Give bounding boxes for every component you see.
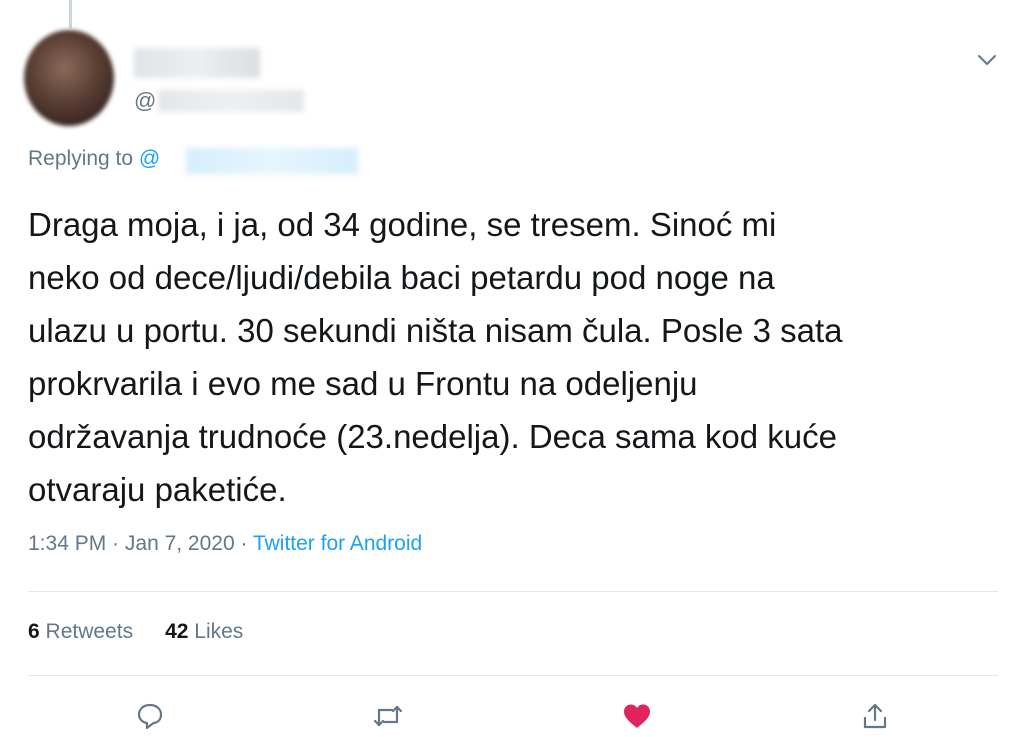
replying-to-handle-redacted[interactable] (186, 148, 358, 174)
divider (28, 591, 998, 592)
tweet-source-link[interactable]: Twitter for Android (253, 532, 422, 555)
retweets-label: Retweets (45, 620, 134, 643)
tweet-text-line: prokrvarila i evo me sad u Frontu na ode… (28, 365, 698, 402)
tweet-meta: 1:34 PM · Jan 7, 2020 · Twitter for Andr… (28, 532, 422, 556)
avatar[interactable] (24, 30, 114, 126)
retweets-stat[interactable]: 6 Retweets (28, 620, 133, 643)
tweet-text-line: neko od dece/ljudi/debila baci petardu p… (28, 259, 775, 296)
handle-at-symbol: @ (134, 88, 157, 113)
heart-icon (624, 704, 650, 728)
handle-redacted[interactable] (158, 90, 304, 112)
tweet-stats: 6 Retweets 42 Likes (28, 620, 243, 644)
tweet-text-line: održavanja trudnoće (23.nedelja). Deca s… (28, 418, 837, 455)
replying-to-at-symbol[interactable]: @ (139, 147, 160, 170)
divider (28, 675, 998, 676)
share-button[interactable] (858, 700, 892, 732)
likes-label: Likes (194, 620, 244, 643)
display-name-redacted[interactable] (134, 48, 260, 78)
like-button[interactable] (620, 700, 654, 732)
retweet-button[interactable] (371, 700, 405, 732)
chevron-down-icon[interactable] (976, 52, 998, 68)
retweets-count: 6 (28, 620, 40, 643)
tweet-text-line: ulazu u portu. 30 sekundi ništa nisam ču… (28, 312, 843, 349)
thread-connector-line (69, 0, 72, 28)
tweet-text-line: Draga moja, i ja, od 34 godine, se trese… (28, 206, 777, 243)
likes-stat[interactable]: 42 Likes (165, 620, 243, 643)
share-icon (863, 703, 887, 729)
reply-button[interactable] (133, 700, 167, 732)
tweet-text-line: otvaraju paketiće. (28, 471, 287, 508)
meta-separator: · (106, 532, 125, 555)
meta-separator: · (234, 532, 253, 555)
replying-to-line: Replying to @ (28, 147, 160, 171)
replying-to-label: Replying to (28, 147, 134, 170)
likes-count: 42 (165, 620, 189, 643)
tweet-date[interactable]: Jan 7, 2020 (125, 532, 235, 555)
tweet-time[interactable]: 1:34 PM (28, 532, 106, 555)
tweet-text: Draga moja, i ja, od 34 godine, se trese… (28, 198, 998, 516)
retweet-icon (373, 705, 403, 727)
reply-icon (137, 703, 163, 730)
